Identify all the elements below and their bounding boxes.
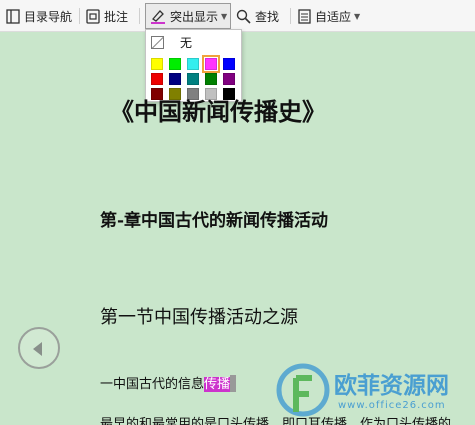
color-swatch[interactable] — [187, 73, 199, 85]
color-swatch[interactable] — [169, 58, 181, 70]
watermark-name: 欧菲资源网 — [334, 373, 449, 399]
color-swatch[interactable] — [151, 58, 163, 70]
color-swatch[interactable] — [202, 55, 220, 73]
highlight-button[interactable]: 突出显示 ▼ — [145, 3, 232, 29]
toc-label: 目录导航 — [24, 9, 73, 24]
chevron-down-icon: ▼ — [354, 11, 361, 21]
no-highlight-label: 无 — [180, 35, 193, 50]
toolbar-divider — [79, 8, 80, 24]
document-title: 《中国新闻传播史》 — [110, 97, 326, 126]
color-swatch[interactable] — [223, 58, 235, 70]
selection-caret — [230, 375, 237, 392]
watermark: 欧菲资源网 www.office26.com — [276, 360, 475, 425]
chapter-heading: 第-章中国古代的新闻传播活动 — [100, 211, 329, 231]
watermark-url: www.office26.com — [338, 400, 446, 411]
fit-label: 自适应 — [315, 9, 352, 24]
annotate-label: 批注 — [104, 9, 129, 24]
color-swatch[interactable] — [223, 73, 235, 85]
color-swatch[interactable] — [169, 73, 181, 85]
section-heading: 第一节中国传播活动之源 — [100, 307, 298, 328]
toolbar: 目录导航 批注 突出显示 ▼ 查找 自适应 ▼ — [0, 0, 475, 32]
toolbar-divider — [139, 8, 140, 24]
highlighter-pen-icon — [151, 10, 165, 24]
toolbar-divider — [290, 8, 291, 24]
paragraph-text: 一中国古代的信息 — [100, 377, 205, 392]
annotate-icon — [86, 8, 100, 24]
color-swatch[interactable] — [205, 73, 217, 85]
fit-button[interactable]: 自适应 ▼ — [298, 0, 360, 32]
color-swatch[interactable] — [187, 58, 199, 70]
toc-button[interactable]: 目录导航 — [6, 0, 72, 32]
annotate-button[interactable]: 批注 — [86, 0, 128, 32]
fit-page-icon — [298, 8, 311, 24]
find-label: 查找 — [255, 9, 280, 24]
paragraph[interactable]: 一中国古代的信息传播 — [100, 373, 237, 392]
color-swatch[interactable] — [151, 73, 163, 85]
highlight-label: 突出显示 — [170, 9, 219, 24]
previous-page-button[interactable] — [18, 327, 60, 369]
find-button[interactable]: 查找 — [236, 0, 279, 32]
search-icon — [236, 9, 251, 24]
no-color-icon — [151, 35, 164, 49]
watermark-logo-icon — [276, 363, 330, 417]
toc-icon — [6, 8, 20, 24]
highlighted-text[interactable]: 传播 — [204, 377, 231, 392]
chevron-down-icon[interactable]: ▼ — [221, 12, 227, 21]
no-highlight-option[interactable]: 无 — [151, 34, 192, 50]
